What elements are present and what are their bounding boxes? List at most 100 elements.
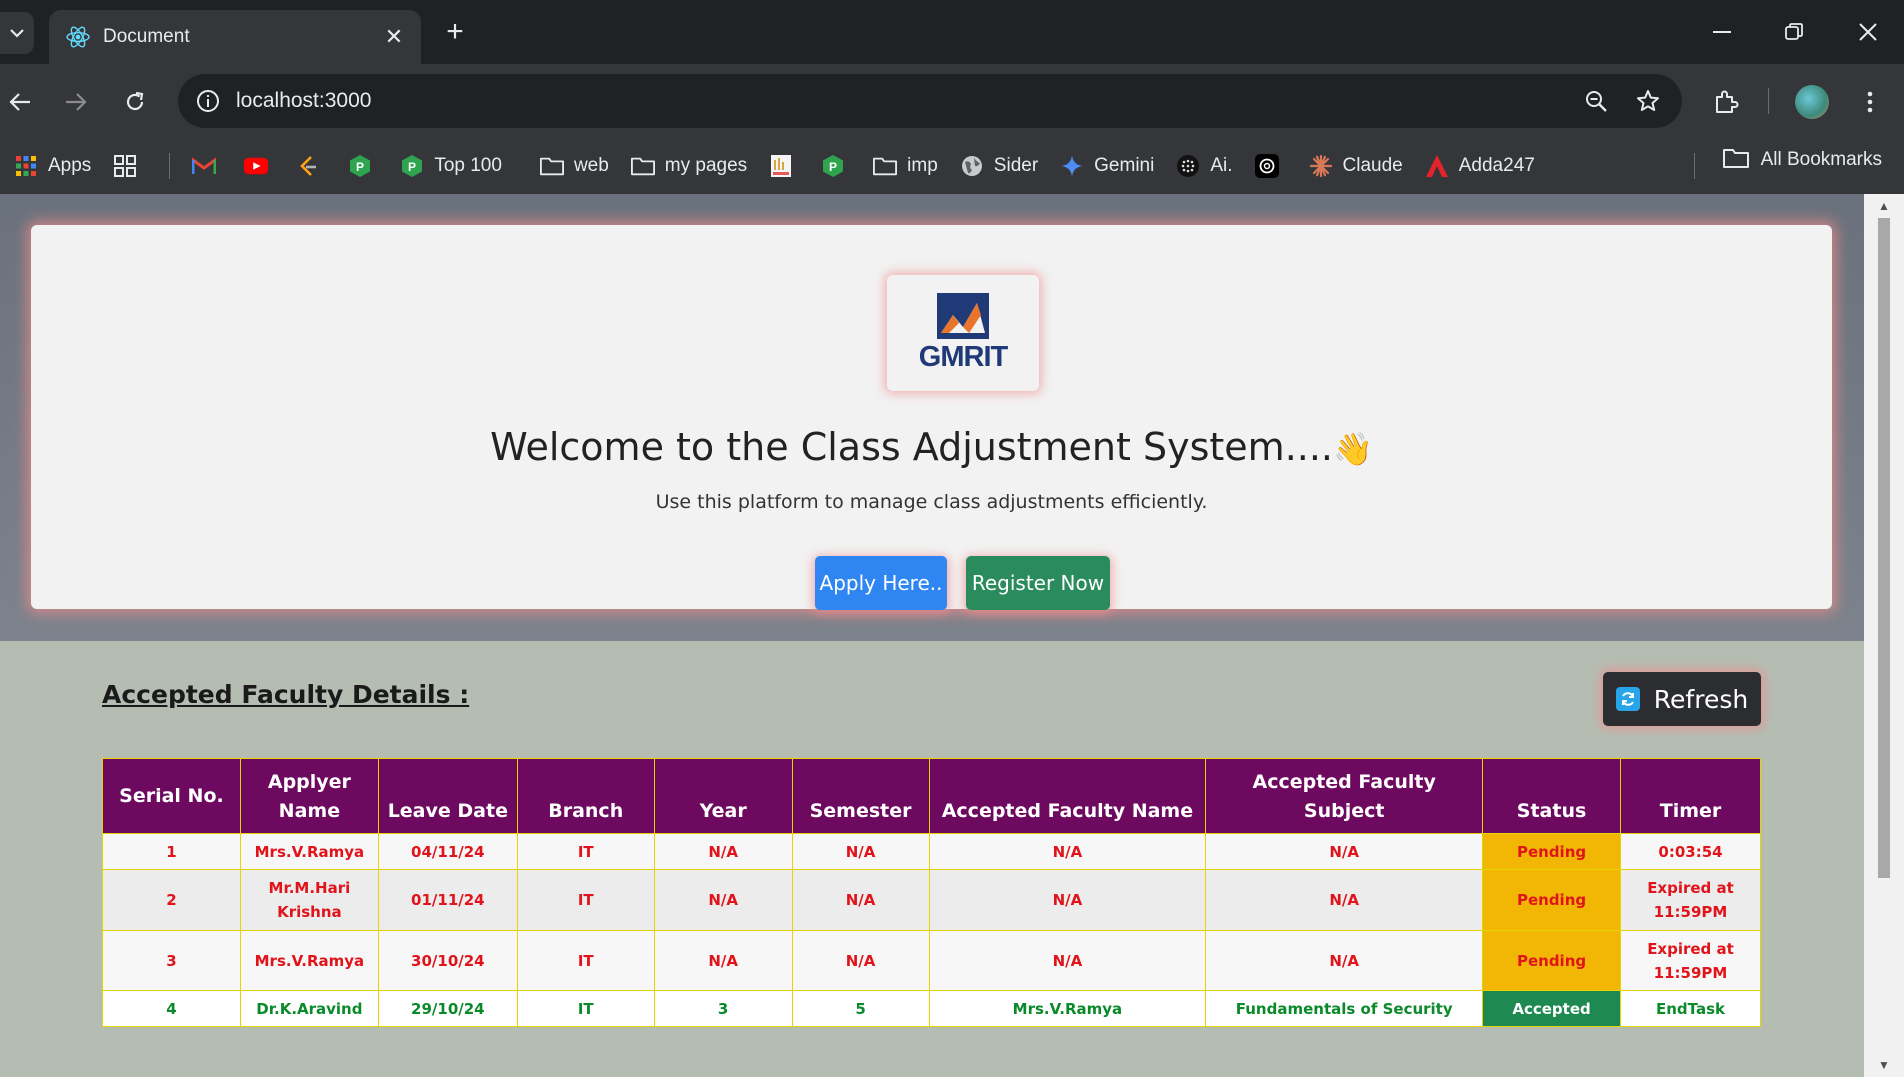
tab-title: Document [103, 26, 190, 47]
cell-faculty-subject: N/A [1205, 869, 1484, 931]
restore-button[interactable] [1766, 14, 1822, 50]
apply-button[interactable]: Apply Here.. [815, 556, 947, 610]
folder-icon [1722, 148, 1749, 172]
cell-faculty-name: N/A [928, 930, 1207, 991]
menu-button[interactable] [1852, 84, 1888, 120]
bookmark-document[interactable] [769, 148, 803, 184]
close-window-button[interactable] [1840, 14, 1896, 50]
bookmark-apps[interactable]: Apps [14, 148, 91, 184]
status-badge: Pending [1482, 869, 1621, 931]
cell-faculty-subject: N/A [1205, 930, 1484, 991]
bookmark-p-1[interactable]: P [348, 148, 382, 184]
bookmark-folder-my-pages[interactable]: my pages [630, 148, 747, 184]
welcome-card: GMRIT Welcome to the Class Adjustment Sy… [31, 225, 1832, 610]
bookmark-adda247[interactable]: Adda247 [1425, 148, 1535, 184]
p-hexagon-icon: P [400, 154, 424, 178]
extensions-button[interactable] [1708, 84, 1744, 120]
column-header: Serial No. [102, 758, 241, 834]
grid-icon [113, 154, 137, 178]
cell-faculty-name: N/A [928, 869, 1207, 931]
openai-icon [1254, 154, 1279, 178]
status-badge: Accepted [1482, 990, 1621, 1027]
profile-avatar[interactable] [1795, 85, 1829, 119]
svg-text:P: P [829, 160, 837, 174]
bookmark-label: Ai. [1210, 155, 1233, 176]
cell-semester: N/A [791, 833, 930, 870]
cell-leave-date: 01/11/24 [377, 869, 518, 931]
bookmark-divider [169, 153, 171, 179]
column-header: Semester [791, 758, 930, 834]
cell-branch: IT [516, 869, 655, 931]
bookmark-claude[interactable]: Claude [1309, 148, 1403, 184]
folder-icon [539, 154, 564, 178]
more-vert-icon [1867, 91, 1873, 113]
bookmark-label: Gemini [1094, 155, 1155, 176]
register-button[interactable]: Register Now [966, 556, 1110, 610]
bookmark-folder-web[interactable]: web [539, 148, 609, 184]
close-tab-icon[interactable]: ✕ [381, 24, 407, 50]
bookmark-folder-imp[interactable]: imp [873, 148, 938, 184]
bookmark-gmail[interactable] [192, 148, 226, 184]
back-button[interactable] [2, 84, 38, 120]
minimize-button[interactable] [1694, 14, 1750, 50]
page-scrollbar[interactable]: ▲ ▼ [1864, 194, 1904, 1077]
cell-faculty-name: N/A [928, 833, 1207, 870]
dots-circle-icon [1176, 154, 1200, 178]
bookmark-ai[interactable]: Ai. [1176, 148, 1233, 184]
tab-search-button[interactable] [0, 12, 34, 54]
page-title: Welcome to the Class Adjustment System..… [31, 425, 1832, 469]
bookmark-star-icon[interactable] [1630, 83, 1666, 119]
cell-timer: Expired at 11:59PM [1620, 930, 1761, 991]
zoom-icon[interactable] [1578, 83, 1614, 119]
toolbar-divider [1768, 88, 1769, 114]
bookmark-gemini[interactable]: Gemini [1060, 148, 1154, 184]
cell-faculty-subject: N/A [1205, 833, 1484, 870]
bookmark-tab-groups[interactable] [113, 148, 147, 184]
column-header: Branch [516, 758, 655, 834]
cell-branch: IT [516, 930, 655, 991]
svg-text:P: P [408, 160, 416, 174]
all-bookmarks-label: All Bookmarks [1760, 149, 1882, 170]
page-subtitle: Use this platform to manage class adjust… [655, 491, 1208, 513]
bookmark-chatgpt[interactable] [1254, 148, 1289, 184]
new-tab-button[interactable]: + [438, 16, 472, 50]
column-header: Applyer Name [239, 758, 379, 834]
site-info-icon[interactable] [192, 85, 224, 117]
close-icon [1859, 23, 1877, 41]
url-text[interactable]: localhost:3000 [236, 89, 1578, 113]
column-header: Year [653, 758, 793, 834]
table-row: 3 Mrs.V.Ramya 30/10/24 IT N/A N/A N/A N/… [102, 930, 1761, 991]
reload-button[interactable] [117, 84, 153, 120]
cell-year: N/A [653, 833, 793, 870]
gmrit-logo-mark [937, 292, 989, 339]
bookmark-youtube[interactable] [244, 148, 278, 184]
youtube-icon [244, 154, 269, 178]
cell-semester: N/A [791, 930, 930, 991]
cell-semester: N/A [791, 869, 930, 931]
bookmark-leetcode[interactable] [296, 148, 330, 184]
leetcode-icon [296, 154, 320, 178]
tab-strip: Document ✕ + [0, 0, 1904, 64]
bookmark-sider[interactable]: Sider [960, 148, 1038, 184]
adda247-icon [1425, 154, 1449, 178]
bookmark-top-100[interactable]: P Top 100 [400, 148, 502, 184]
refresh-button[interactable]: Refresh [1603, 672, 1761, 726]
scrollbar-thumb[interactable] [1878, 218, 1890, 878]
browser-toolbar: localhost:3000 [0, 64, 1904, 138]
scroll-up-icon[interactable]: ▲ [1876, 198, 1892, 214]
cell-year: N/A [653, 930, 793, 991]
cell-applyer-name: Mr.M.Hari Krishna [239, 869, 379, 931]
bookmark-p-2[interactable]: P [821, 148, 855, 184]
all-bookmarks-button[interactable]: All Bookmarks [1722, 148, 1882, 172]
active-tab[interactable]: Document ✕ [49, 10, 421, 64]
bookmark-label: imp [907, 155, 938, 176]
cell-timer[interactable]: EndTask [1620, 990, 1761, 1027]
scroll-down-icon[interactable]: ▼ [1876, 1057, 1892, 1073]
cell-semester: 5 [791, 990, 930, 1027]
bookmarks-bar: Apps P P Top 100 web my pages P imp Side… [0, 138, 1904, 194]
forward-button[interactable] [58, 84, 94, 120]
address-bar[interactable]: localhost:3000 [178, 74, 1682, 128]
faculty-table: Serial No. Applyer Name Leave Date Branc… [102, 758, 1761, 1027]
cell-timer: Expired at 11:59PM [1620, 869, 1761, 931]
page-viewport: GMRIT Welcome to the Class Adjustment Sy… [0, 194, 1864, 1077]
